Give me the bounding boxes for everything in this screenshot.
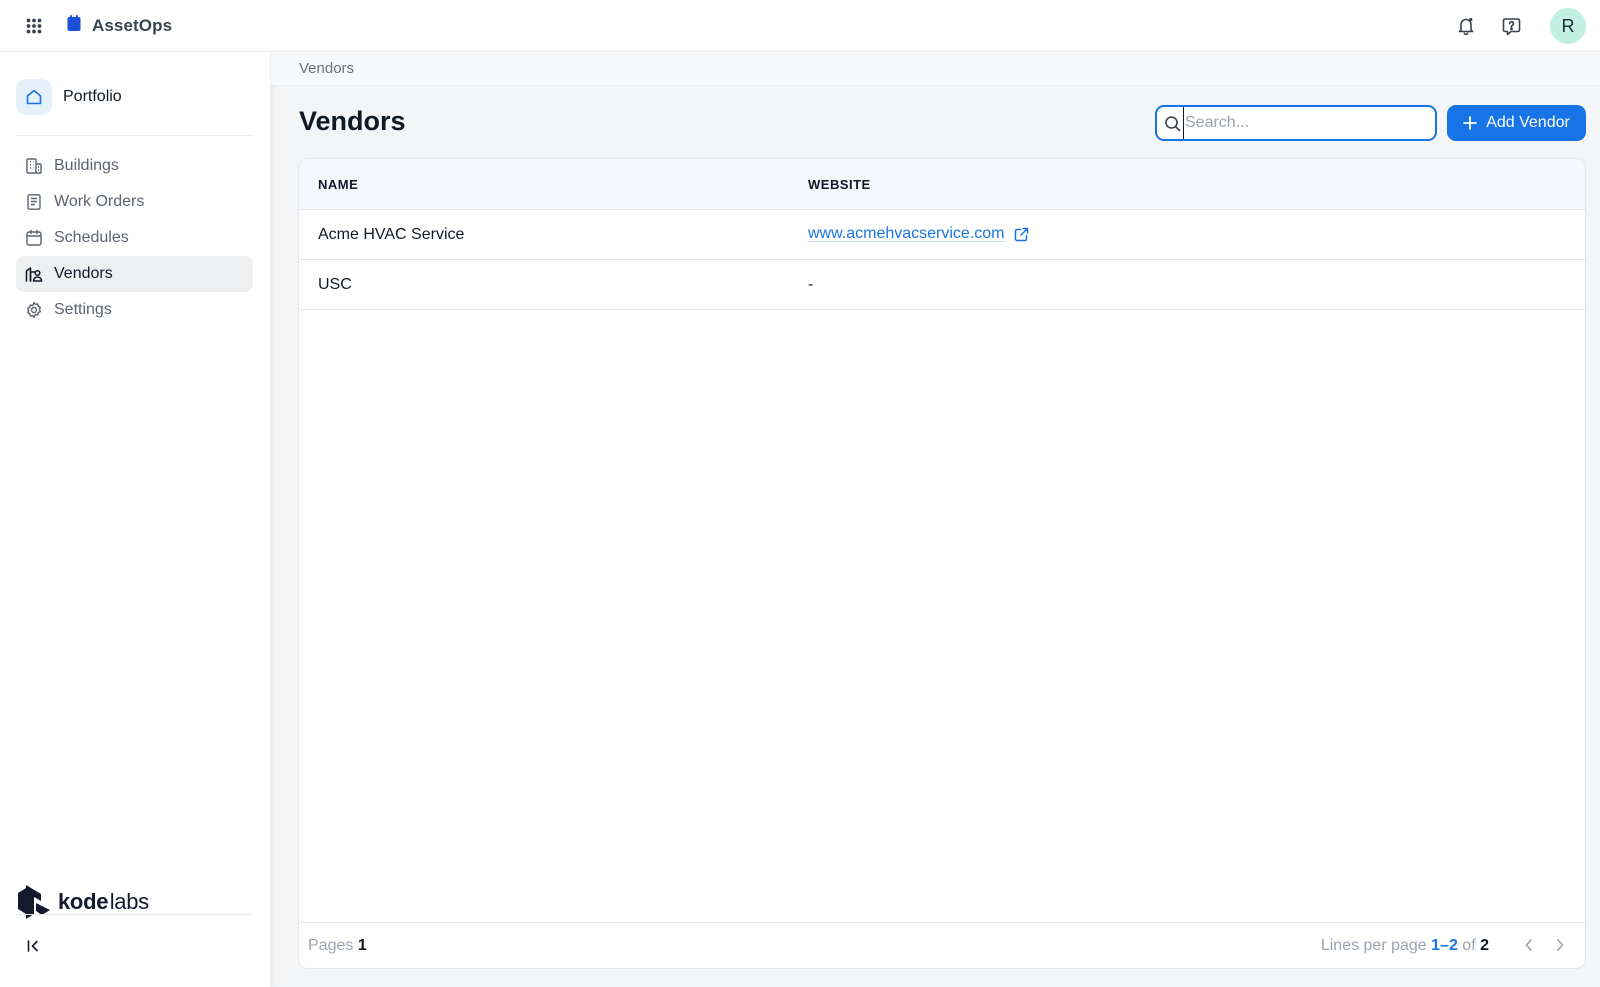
apps-grid-icon[interactable] bbox=[23, 15, 45, 37]
sidebar-item-schedules[interactable]: Schedules bbox=[16, 220, 253, 256]
sidebar-nav: Buildings Work Orders Schedules Vendors … bbox=[16, 148, 253, 328]
table-row[interactable]: Acme HVAC Service www.acmehvacservice.co… bbox=[299, 210, 1585, 260]
sidebar-item-work-orders[interactable]: Work Orders bbox=[16, 184, 253, 220]
plus-icon bbox=[1463, 116, 1478, 130]
help-icon[interactable] bbox=[1499, 14, 1523, 38]
vendor-icon bbox=[24, 264, 44, 284]
website-link-text: www.acmehvacservice.com bbox=[808, 225, 1005, 242]
table-footer: Pages 1 Lines per page 1–2 of 2 bbox=[299, 922, 1585, 968]
vendor-name: Acme HVAC Service bbox=[318, 226, 465, 243]
search-box[interactable] bbox=[1155, 105, 1437, 141]
home-icon bbox=[16, 79, 52, 115]
breadcrumb-bar: Vendors bbox=[271, 52, 1600, 86]
sidebar-item-vendors[interactable]: Vendors bbox=[16, 256, 253, 292]
sidebar-item-label: Schedules bbox=[54, 229, 129, 246]
search-input[interactable] bbox=[1183, 107, 1433, 139]
search-icon bbox=[1165, 116, 1181, 132]
sidebar-divider bbox=[16, 914, 253, 915]
add-vendor-label: Add Vendor bbox=[1486, 114, 1570, 131]
table-header: NAME WEBSITE bbox=[299, 159, 1585, 210]
vendor-name: USC bbox=[318, 276, 352, 293]
top-actions: R bbox=[1454, 8, 1586, 44]
portfolio-label: Portfolio bbox=[63, 88, 122, 105]
prev-page-icon[interactable] bbox=[1519, 935, 1539, 955]
page-title: Vendors bbox=[299, 106, 406, 136]
app-name: AssetOps bbox=[92, 15, 173, 35]
column-header-name[interactable]: NAME bbox=[318, 177, 358, 192]
sidebar-item-label: Work Orders bbox=[54, 193, 145, 210]
column-header-website[interactable]: WEBSITE bbox=[808, 177, 871, 192]
lines-per-page: Lines per page 1–2 of 2 bbox=[1320, 937, 1489, 954]
calendar-icon bbox=[24, 228, 44, 248]
collapse-sidebar-icon[interactable] bbox=[22, 935, 44, 957]
sidebar-item-buildings[interactable]: Buildings bbox=[16, 148, 253, 184]
sidebar-item-label: Vendors bbox=[54, 265, 113, 282]
avatar[interactable]: R bbox=[1550, 8, 1586, 44]
vendor-website: - bbox=[808, 276, 814, 293]
gear-icon bbox=[24, 300, 44, 320]
sidebar-item-portfolio[interactable]: Portfolio bbox=[16, 79, 122, 115]
external-link-icon bbox=[1014, 227, 1028, 241]
top-bar: AssetOps R bbox=[0, 0, 1600, 52]
sidebar-divider bbox=[16, 135, 253, 136]
website-link[interactable]: www.acmehvacservice.com bbox=[808, 225, 1029, 243]
sidebar: Portfolio Buildings Work Orders Schedule… bbox=[0, 52, 271, 987]
kodelabs-wordmark: kode labs bbox=[58, 889, 149, 914]
sidebar-item-label: Buildings bbox=[54, 157, 119, 174]
vendors-table: NAME WEBSITE Acme HVAC Service www.acmeh… bbox=[298, 158, 1586, 969]
pages-indicator: Pages 1 bbox=[308, 937, 367, 954]
table-row[interactable]: USC - bbox=[299, 260, 1585, 310]
next-page-icon[interactable] bbox=[1550, 935, 1570, 955]
sidebar-item-label: Settings bbox=[54, 301, 112, 318]
app-logo-icon bbox=[66, 14, 82, 37]
bell-icon[interactable] bbox=[1454, 14, 1478, 38]
sidebar-item-settings[interactable]: Settings bbox=[16, 292, 253, 328]
add-vendor-button[interactable]: Add Vendor bbox=[1447, 105, 1586, 141]
vendor-website: www.acmehvacservice.com bbox=[808, 225, 1029, 243]
breadcrumb[interactable]: Vendors bbox=[299, 60, 354, 77]
building-icon bbox=[24, 156, 44, 176]
brand[interactable]: AssetOps bbox=[66, 14, 172, 37]
clipboard-icon bbox=[24, 192, 44, 212]
